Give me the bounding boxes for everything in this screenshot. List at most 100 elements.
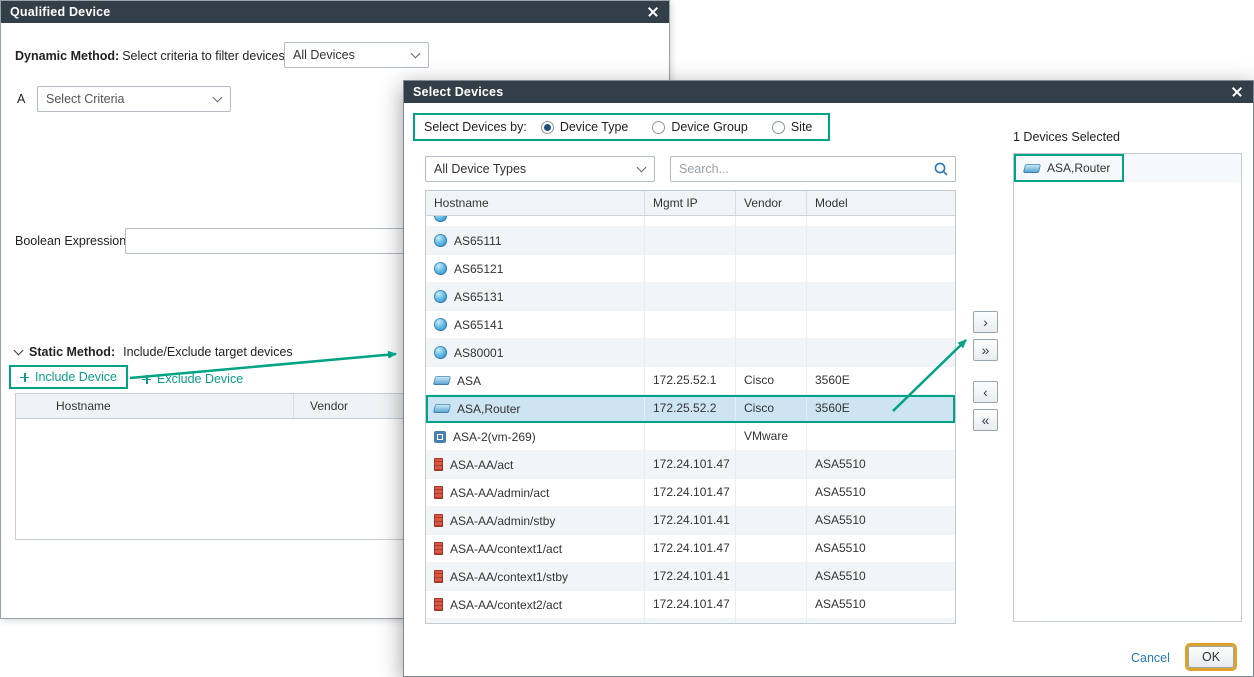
exclude-device-button[interactable]: Exclude Device [142,372,243,386]
radio-icon[interactable] [652,121,665,134]
radio-device-type[interactable]: Device Type [541,120,629,134]
include-device-button[interactable]: Include Device [9,365,128,389]
globe-icon [434,234,447,247]
device-row[interactable]: ASA-AA/act172.24.101.47ASA5510 [426,451,955,479]
dialog-title: Select Devices [413,85,503,99]
radio-group: Device Type Device Group Site [541,120,813,134]
device-row[interactable]: ASA-AA/context1/stby172.24.101.41ASA5510 [426,563,955,591]
chevron-down-icon [637,162,647,172]
column-header: Vendor [736,191,807,215]
device-row[interactable]: AS65141 [426,311,955,339]
static-method-text: Include/Exclude target devices [123,345,293,359]
hostname-cell: ASA-AA/context1/stby [426,563,645,590]
device-row[interactable]: AS80001 [426,339,955,367]
switch-icon [1023,164,1041,173]
column-header: Hostname [16,394,294,418]
vm-icon [434,431,446,443]
hostname-cell: ASA [426,367,645,394]
device-row[interactable]: AS65131 [426,283,955,311]
select-devices-by-label: Select Devices by: [424,120,527,134]
move-left-button[interactable]: ‹ [973,381,998,403]
device-row[interactable]: ASA172.25.52.1Cisco3560E [426,367,955,395]
radio-device-group[interactable]: Device Group [652,120,747,134]
hostname-cell: ASA-AA/context2/act [426,591,645,618]
selected-count-label: 1 Devices Selected [1013,130,1120,144]
move-all-right-button[interactable]: » [973,339,998,361]
globe-icon [434,346,447,359]
device-row[interactable]: ASA,Router172.25.52.2Cisco3560E [426,395,955,423]
qualified-device-titlebar: Qualified Device [1,1,669,23]
hostname-cell: ASA-AA/act [426,451,645,478]
device-row[interactable]: ASA-AA/context1/act172.24.101.47ASA5510 [426,535,955,563]
criteria-row-label: A [17,92,25,106]
select-devices-by-group: Select Devices by: Device Type Device Gro… [413,113,830,141]
device-type-filter-dropdown[interactable]: All Device Types [425,156,655,182]
globe-icon [434,290,447,303]
move-all-left-button[interactable]: « [973,409,998,431]
plus-icon [20,373,29,382]
plus-icon [142,375,151,384]
dynamic-method-text: Select criteria to filter devices in [122,49,298,63]
hostname-cell: ASA,Router [426,395,645,422]
ok-button[interactable]: OK [1188,646,1234,668]
devices-scope-dropdown[interactable]: All Devices [284,42,429,68]
hostname-cell: AS65111 [426,227,645,254]
close-icon[interactable] [1230,85,1244,99]
device-row[interactable] [426,216,955,227]
column-header: Model [807,191,955,215]
select-devices-dialog: Select Devices Select Devices by: Device… [403,80,1254,677]
hostname-cell: ASA-AA/admin/act [426,479,645,506]
device-type-filter-value: All Device Types [434,162,526,176]
radio-site[interactable]: Site [772,120,813,134]
select-criteria-dropdown[interactable]: Select Criteria [37,86,231,112]
firewall-icon [434,458,443,471]
select-devices-titlebar: Select Devices [404,81,1253,103]
column-header: Mgmt IP [645,191,736,215]
device-row[interactable]: ASA-AA/context2/stby172.24.101.41ASA5510 [426,619,955,623]
hostname-cell: AS65121 [426,255,645,282]
search-input[interactable] [679,162,933,176]
chevron-down-icon [411,48,421,58]
firewall-icon [434,570,443,583]
boolean-expression-input[interactable] [125,228,417,254]
hostname-cell: ASA-AA/context2/stby [426,619,645,623]
selected-devices-panel: ASA,Router [1013,153,1242,622]
dialog-title: Qualified Device [10,5,110,19]
page: Qualified Device Dynamic Method:Select c… [0,0,1254,677]
static-method-line: Static Method: Include/Exclude target dev… [15,345,293,359]
hostname-cell: AS65141 [426,311,645,338]
radio-icon[interactable] [541,121,554,134]
device-row[interactable]: AS65121 [426,255,955,283]
device-table-body: AS65111AS65121AS65131AS65141AS80001ASA17… [426,216,955,623]
radio-icon[interactable] [772,121,785,134]
hostname-cell: AS65131 [426,283,645,310]
hostname-cell: ASA-AA/context1/act [426,535,645,562]
switch-icon [433,376,451,385]
move-right-button[interactable]: › [973,311,998,333]
close-icon[interactable] [646,5,660,19]
device-table-header: HostnameMgmt IPVendorModel [426,191,955,216]
chevron-down-icon[interactable] [14,346,24,356]
hostname-cell: ASA-2(vm-269) [426,423,645,450]
column-header: Hostname [426,191,645,215]
devices-scope-value: All Devices [293,48,355,62]
device-table: HostnameMgmt IPVendorModel AS65111AS6512… [425,190,956,624]
device-row[interactable]: ASA-AA/admin/act172.24.101.47ASA5510 [426,479,955,507]
firewall-icon [434,486,443,499]
selected-device-item[interactable]: ASA,Router [1014,154,1241,182]
globe-icon [434,216,447,222]
exclude-device-label: Exclude Device [157,372,243,386]
device-row[interactable]: ASA-2(vm-269)VMware [426,423,955,451]
search-icon[interactable] [933,161,949,177]
firewall-icon [434,514,443,527]
device-row[interactable]: ASA-AA/context2/act172.24.101.47ASA5510 [426,591,955,619]
device-row[interactable]: AS65111 [426,227,955,255]
boolean-expression-label: Boolean Expression: [15,234,130,248]
dynamic-method-label: Dynamic Method: [15,49,119,63]
switch-icon [433,404,451,413]
cancel-button[interactable]: Cancel [1131,651,1170,665]
device-row[interactable]: ASA-AA/admin/stby172.24.101.41ASA5510 [426,507,955,535]
hostname-cell [426,216,645,227]
static-method-label: Static Method: [29,345,115,359]
transfer-buttons: › » ‹ « [973,311,998,437]
